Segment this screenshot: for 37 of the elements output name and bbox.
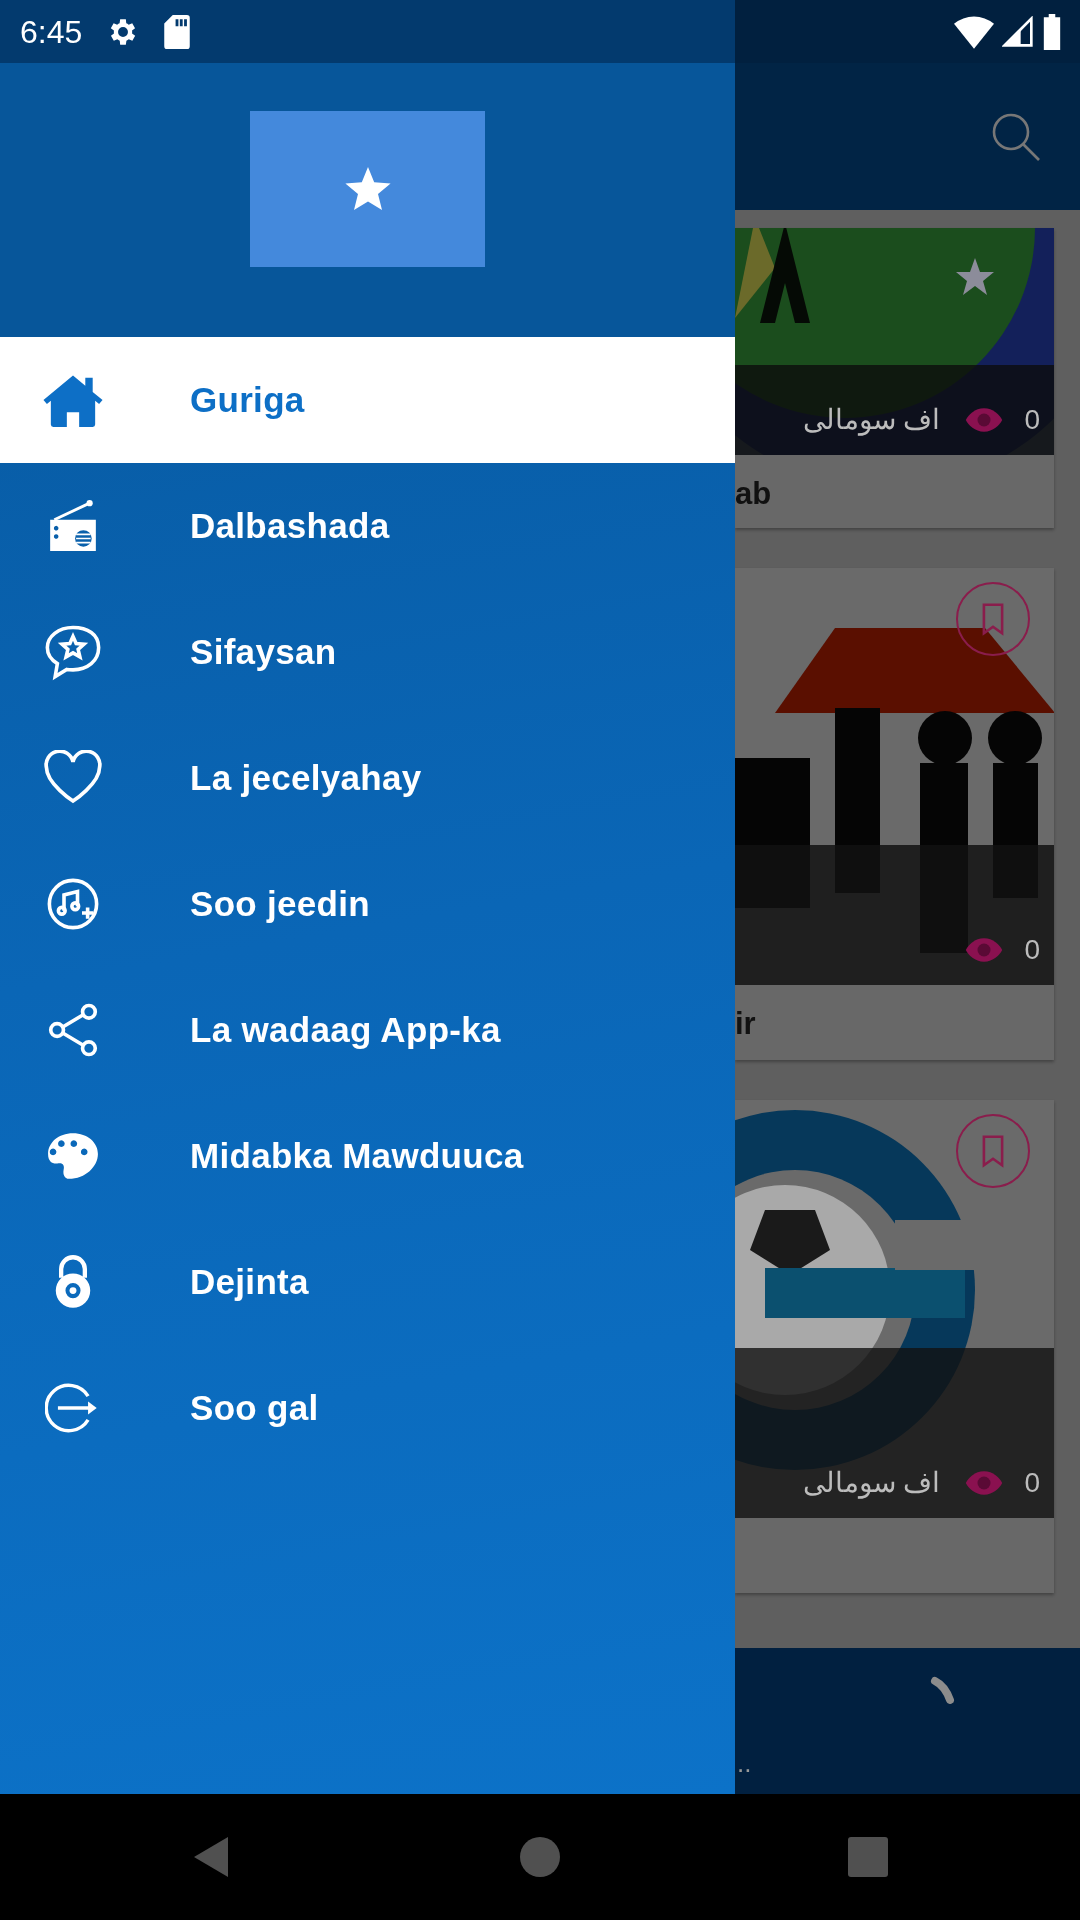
menu-item[interactable]: Sifaysan [0, 589, 735, 715]
status-time: 6:45 [20, 12, 83, 52]
music-plus-icon [46, 877, 100, 931]
speech-star-icon [43, 623, 103, 681]
bookmark-icon [980, 1134, 1006, 1168]
menu-item[interactable]: Dejinta [0, 1219, 735, 1345]
station-language: اف سومالی [802, 403, 941, 438]
bookmark-button[interactable] [956, 1114, 1030, 1188]
view-count: 0 [1024, 1466, 1040, 1500]
menu-item[interactable]: Dalbashada [0, 463, 735, 589]
eye-icon [964, 407, 1005, 433]
radio-icon [48, 499, 98, 553]
menu-item[interactable]: Soo jeedin [0, 841, 735, 967]
signal-icon [1002, 15, 1034, 48]
eye-icon [964, 1470, 1005, 1496]
view-count: 0 [1024, 403, 1040, 437]
station-title: ir [735, 1005, 757, 1043]
station-language: اف سومالی [802, 1466, 941, 1501]
menu-item[interactable]: Midabka Mawduuca [0, 1093, 735, 1219]
share-icon [48, 1002, 98, 1058]
menu-item[interactable]: La jecelyahay [0, 715, 735, 841]
station-title: ab [735, 475, 773, 513]
heart-icon [43, 750, 103, 806]
palette-icon [46, 1131, 100, 1181]
view-count: 0 [1024, 933, 1040, 967]
menu-item[interactable]: La wadaag App-ka [0, 967, 735, 1093]
bookmark-button[interactable] [956, 582, 1030, 656]
loading-spinner-icon [930, 1676, 956, 1706]
battery-icon [1042, 13, 1062, 50]
sd-card-icon [164, 14, 191, 49]
player-text: .. [737, 1750, 752, 1776]
menu-item[interactable]: Guriga [0, 337, 735, 463]
wifi-icon [954, 14, 994, 49]
home-button[interactable] [520, 1837, 560, 1877]
eye-icon [964, 937, 1005, 963]
bookmark-icon [980, 602, 1006, 636]
menu-item[interactable]: Soo gal [0, 1345, 735, 1471]
